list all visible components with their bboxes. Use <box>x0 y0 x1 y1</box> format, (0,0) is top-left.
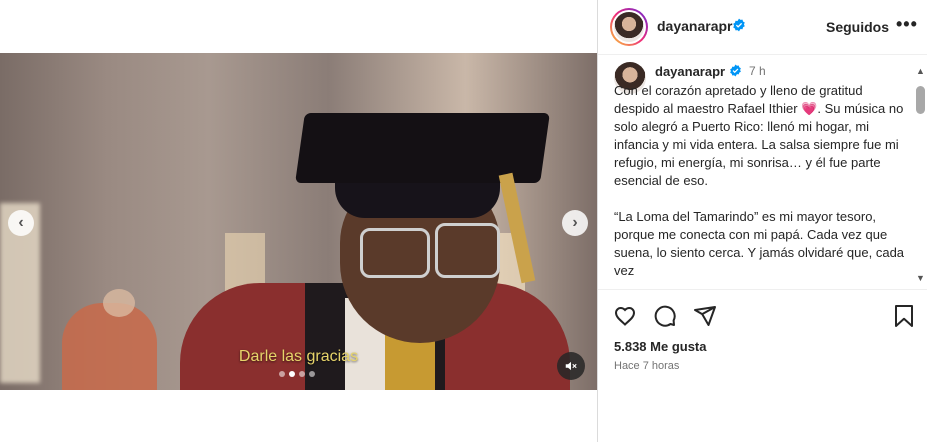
caption-text: Con el corazón apretado y lleno de grati… <box>614 83 905 278</box>
comment-button[interactable] <box>652 303 678 329</box>
previous-slide-button[interactable]: ‹ <box>8 210 34 236</box>
next-slide-button[interactable]: › <box>562 210 588 236</box>
media-panel: ‹ › Darle las gracias <box>0 0 597 442</box>
post-actions: 5.838 Me gusta Hace 7 horas <box>598 289 927 442</box>
chevron-right-icon: › <box>572 214 578 231</box>
comment-icon <box>654 305 676 327</box>
more-options-icon[interactable]: ••• <box>896 14 918 35</box>
verified-icon <box>733 18 745 32</box>
background-person <box>62 303 157 390</box>
like-button[interactable] <box>612 303 638 329</box>
following-button[interactable]: Seguidos <box>826 19 889 35</box>
heart-icon <box>614 306 636 326</box>
profile-photo <box>614 12 644 42</box>
chevron-left-icon: ‹ <box>18 214 24 231</box>
post-time: Hace 7 horas <box>614 360 680 372</box>
post-sidebar: dayanarapr Seguidos ••• dayanarapr 7 h C… <box>598 0 927 442</box>
background-person-head <box>103 289 135 317</box>
avatar[interactable] <box>610 8 648 46</box>
video-subtitle: Darle las gracias <box>238 348 359 365</box>
scroll-thumb[interactable] <box>916 86 925 114</box>
post-header: dayanarapr Seguidos ••• <box>598 0 927 55</box>
carousel-dot <box>289 371 295 377</box>
glasses <box>435 223 500 278</box>
share-icon <box>694 306 716 326</box>
bookmark-icon <box>895 305 913 327</box>
caption-timestamp[interactable]: 7 h <box>749 64 766 78</box>
mute-icon <box>565 361 577 371</box>
carousel-indicator <box>279 371 315 377</box>
likes-count[interactable]: 5.838 Me gusta <box>614 339 707 354</box>
share-button[interactable] <box>692 303 718 329</box>
glasses <box>360 228 430 278</box>
save-button[interactable] <box>891 303 917 329</box>
carousel-dot <box>299 371 305 377</box>
verified-icon <box>730 64 741 77</box>
caption-section: dayanarapr 7 h Con el corazón apretado y… <box>598 56 927 288</box>
mute-button[interactable] <box>557 352 585 380</box>
username-link[interactable]: dayanarapr <box>657 18 732 34</box>
carousel-dot <box>309 371 315 377</box>
carousel-dot <box>279 371 285 377</box>
scroll-down-icon[interactable]: ▼ <box>916 273 925 283</box>
scroll-up-icon[interactable]: ▲ <box>916 66 925 76</box>
caption-username[interactable]: dayanarapr <box>655 64 725 79</box>
caption-scrollbar[interactable]: ▲ ▼ <box>914 60 926 288</box>
video-player[interactable] <box>0 53 597 390</box>
